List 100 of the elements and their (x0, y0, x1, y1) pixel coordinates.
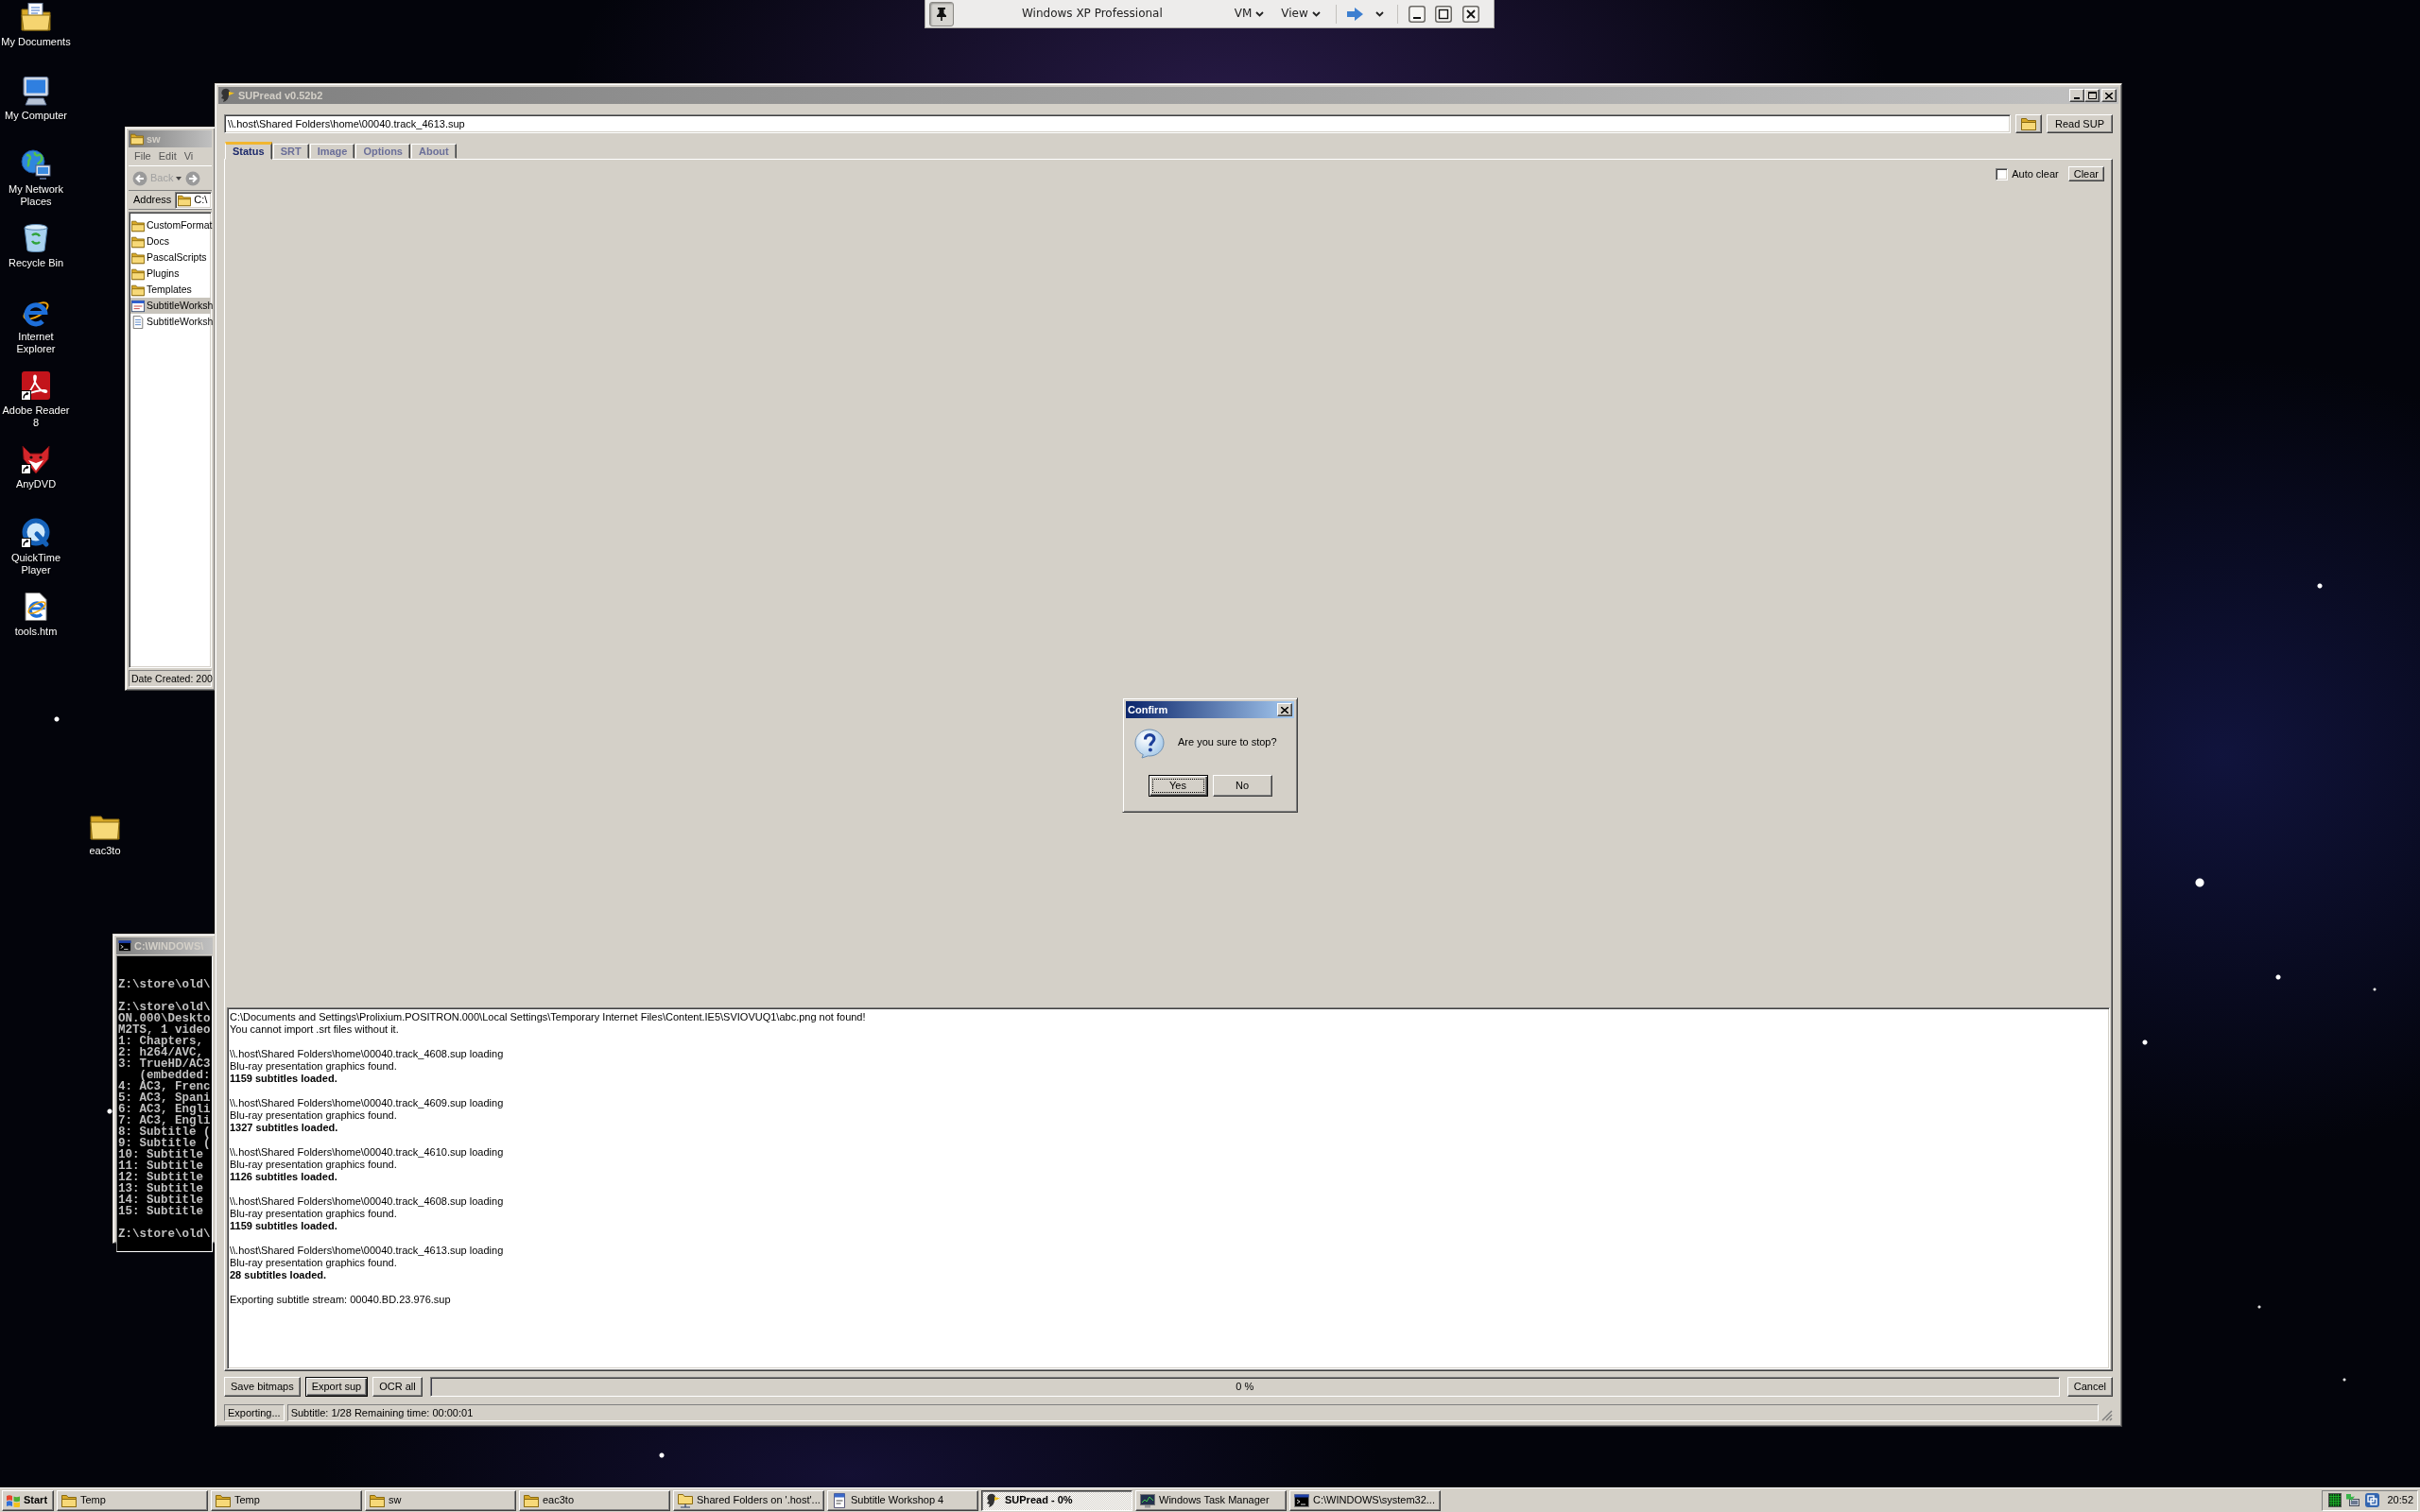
checkbox-label[interactable]: Auto clear (2012, 167, 2059, 180)
log-line: C:\Documents and Settings\Prolixium.POSITRON.000\Local Settings\Temporary Internet Files\Content.IE5\SVIOVUQ1\abc.png not found! (230, 1011, 867, 1023)
console-icon (1294, 1492, 1309, 1508)
menu-item[interactable]: Vi (183, 150, 194, 163)
resize-grip-icon[interactable] (2101, 1410, 2113, 1421)
bird-icon (220, 88, 235, 103)
icon-label[interactable]: Recycle Bin (8, 257, 64, 269)
cancel-button[interactable]: Cancel (2066, 1377, 2113, 1397)
tab[interactable]: Status (225, 142, 272, 160)
taskbar-button[interactable]: C:\WINDOWS\system32... (1289, 1489, 1441, 1511)
menu-button[interactable]: VM (1232, 8, 1267, 20)
clear-button[interactable]: Clear (2067, 166, 2104, 181)
action-button[interactable]: Export sup (304, 1377, 369, 1397)
taskbar-button[interactable]: Subtitle Workshop 4 (827, 1489, 978, 1511)
icon-label[interactable]: tools.htm (14, 626, 58, 638)
computer-icon[interactable] (21, 76, 51, 106)
action-button[interactable]: Save bitmaps (224, 1377, 301, 1397)
directory-entry[interactable]: CustomFormat (130, 217, 211, 233)
console-line: 7: AC3, Engli (118, 1115, 211, 1126)
grid-square-icon[interactable] (2328, 1493, 2342, 1507)
address-field[interactable]: C:\ (175, 191, 212, 209)
log-line: \\.host\Shared Folders\home\00040.track_4609.sup loading (230, 1097, 505, 1109)
console-line: 5: AC3, Spani (118, 1092, 211, 1104)
bird-icon (986, 1492, 1001, 1508)
address-label: Address (133, 194, 172, 206)
console-line: 9: Subtitle ( (118, 1138, 211, 1149)
icon-label[interactable]: Adobe Reader 8 (0, 404, 72, 429)
taskbar-button[interactable]: Windows Task Manager (1135, 1489, 1287, 1511)
close-button[interactable] (1277, 703, 1292, 716)
folder-icon (130, 132, 144, 146)
log-line: \\.host\Shared Folders\home\00040.track_4613.sup loading (230, 1245, 505, 1257)
console-line: ON.000\Deskto (118, 1013, 211, 1024)
start-button[interactable]: Start (2, 1489, 54, 1511)
folder-button[interactable] (2015, 114, 2042, 133)
icon-label[interactable]: QuickTime Player (0, 552, 72, 576)
dialog-button[interactable]: Yes (1148, 775, 1208, 797)
caret-icon[interactable] (1374, 10, 1384, 17)
folder-icon (370, 1492, 385, 1508)
icon-label[interactable]: eac3to (89, 845, 121, 857)
console-line: 14: Subtitle (118, 1194, 204, 1206)
arrow-right-icon[interactable] (1346, 7, 1363, 21)
directory-entry[interactable]: Docs (130, 233, 211, 249)
icon-label[interactable]: My Network Places (0, 183, 72, 208)
swoosh-tile-icon[interactable] (21, 370, 51, 401)
directory-entry[interactable]: SubtitleWorksh (130, 314, 211, 330)
console-line: Z:\store\old\ (118, 979, 211, 990)
recycle-bin-icon[interactable] (21, 223, 51, 253)
directory-entry[interactable]: SubtitleWorksh (130, 298, 211, 314)
q-circle-icon[interactable] (21, 518, 51, 548)
menu-item[interactable]: File (134, 150, 151, 163)
taskbar-button[interactable]: Temp (57, 1489, 208, 1511)
console-line: 1: Chapters, (118, 1036, 204, 1047)
path-field[interactable]: \\.host\Shared Folders\home\00040.track_4613.sup (224, 114, 2011, 133)
address-text: C:\ (194, 194, 208, 206)
document-folder-icon[interactable] (21, 2, 51, 32)
console-line: Z:\store\old\ (118, 1002, 211, 1013)
console-line: M2TS, 1 video (118, 1024, 211, 1036)
folder-icon (131, 250, 145, 265)
checkbox[interactable] (1996, 167, 2009, 180)
minimize-button[interactable] (2069, 89, 2084, 102)
directory-entry[interactable]: Templates (130, 282, 211, 298)
read-sup-button[interactable]: Read SUP (2047, 114, 2113, 133)
folder-icon (178, 193, 192, 207)
dialog-button[interactable]: No (1212, 775, 1272, 797)
fox-head-icon[interactable] (21, 444, 51, 474)
directory-entry[interactable]: Plugins (130, 266, 211, 282)
console-line: 11: Subtitle (118, 1160, 204, 1172)
taskbar-button[interactable]: eac3to (519, 1489, 670, 1511)
log-line: Blu-ray presentation graphics found. (230, 1060, 398, 1073)
action-button[interactable]: OCR all (372, 1377, 423, 1397)
taskbar-button[interactable]: Temp (211, 1489, 362, 1511)
console-line: 10: Subtitle (118, 1149, 204, 1160)
pin-button[interactable] (929, 1, 954, 26)
folder-icon (2021, 116, 2036, 131)
taskbar-button[interactable]: sw (365, 1489, 516, 1511)
close-button[interactable] (2101, 89, 2117, 102)
close-icon[interactable] (1461, 5, 1479, 23)
log-line: Blu-ray presentation graphics found. (230, 1257, 398, 1269)
overlapping-squares-icon[interactable] (2364, 1492, 2380, 1508)
console-line: 15: Subtitle (118, 1206, 204, 1217)
maximize-button[interactable] (2084, 89, 2100, 102)
menu-button[interactable]: View (1279, 8, 1322, 20)
status-text: Subtitle: 1/28 Remaining time: 00:00:01 (286, 1404, 2099, 1421)
folder-icon (216, 1492, 231, 1508)
icon-label[interactable]: My Documents (1, 36, 71, 48)
icon-label[interactable]: My Computer (5, 110, 67, 122)
menu-item[interactable]: Edit (158, 150, 177, 163)
console-line: 2: h264/AVC, (118, 1047, 203, 1058)
maximize-icon[interactable] (1434, 5, 1452, 23)
computer-arrow-icon[interactable] (2345, 1492, 2360, 1508)
minimize-icon[interactable] (1408, 5, 1426, 23)
directory-entry[interactable]: PascalScripts (130, 249, 211, 266)
icon-label[interactable]: AnyDVD (15, 478, 57, 490)
network-globe-icon[interactable] (21, 149, 51, 180)
icon-label[interactable]: Internet Explorer (0, 331, 72, 355)
log-line: 1327 subtitles loaded. (230, 1122, 339, 1134)
close-icon (2105, 92, 2113, 99)
window-title: C:\WINDOWS\ (134, 939, 204, 953)
taskbar-button[interactable]: SUPread - 0% (981, 1489, 1132, 1511)
taskbar-button[interactable]: Shared Folders on '.host'... (673, 1489, 824, 1511)
